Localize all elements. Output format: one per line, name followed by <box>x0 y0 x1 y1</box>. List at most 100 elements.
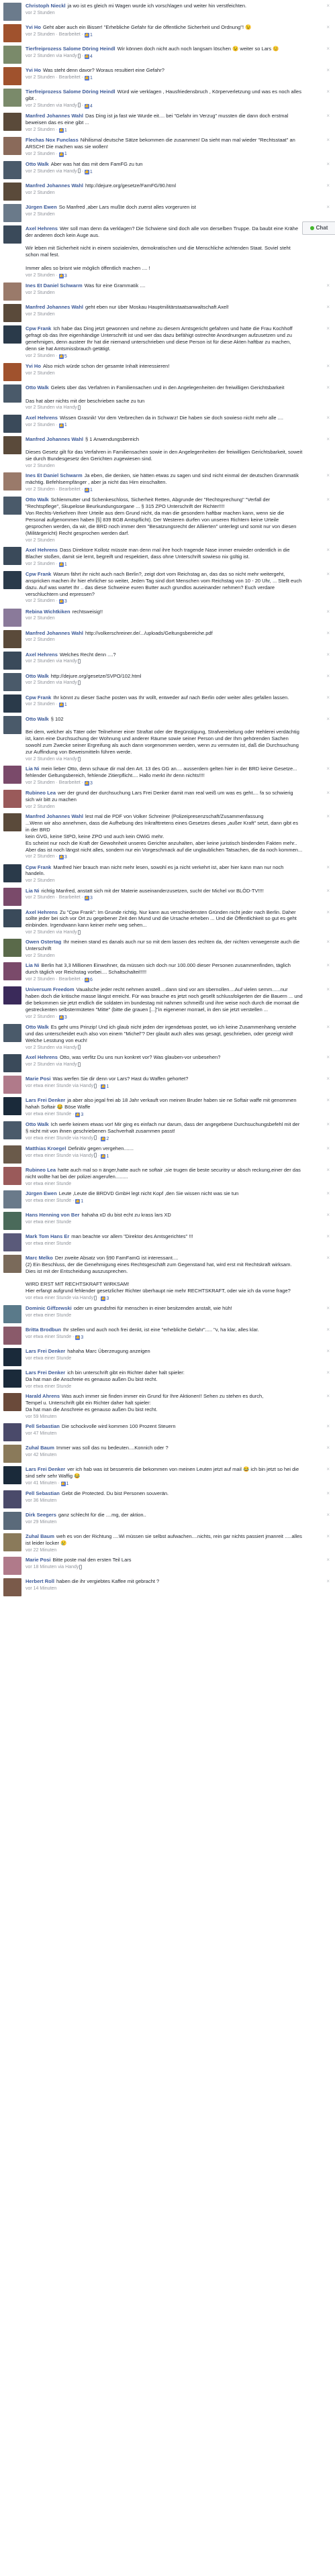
remove-comment-icon[interactable]: × <box>326 1393 330 1400</box>
like-count[interactable]: 👍 3 <box>58 599 67 605</box>
comment-timestamp[interactable]: vor 2 Stunden · Bearbeitet <box>26 75 81 80</box>
remove-comment-icon[interactable]: × <box>326 1533 330 1541</box>
remove-comment-icon[interactable]: × <box>326 909 330 917</box>
comment-timestamp[interactable]: vor 2 Stunden via Handy <box>26 103 77 108</box>
comment-timestamp[interactable]: vor 2 Stunden <box>26 212 55 217</box>
like-count[interactable]: 👍 1 <box>58 422 67 428</box>
remove-comment-icon[interactable]: × <box>326 113 330 120</box>
remove-comment-icon[interactable]: × <box>326 1557 330 1564</box>
remove-comment-icon[interactable]: × <box>326 1024 330 1031</box>
remove-comment-icon[interactable]: × <box>326 3 330 10</box>
remove-comment-icon[interactable]: × <box>326 204 330 211</box>
like-count[interactable]: 👍 1 <box>84 487 93 493</box>
remove-comment-icon[interactable]: × <box>326 137 330 144</box>
comment-author[interactable]: Marc Melko <box>26 1255 53 1261</box>
avatar[interactable] <box>3 24 21 42</box>
comment-author[interactable]: Marie Posi <box>26 1076 51 1082</box>
comment-author[interactable]: Cpw Frank <box>26 571 51 577</box>
avatar[interactable] <box>3 89 21 107</box>
comment-author[interactable]: Lars Frei Denker <box>26 1466 65 1472</box>
avatar[interactable] <box>3 67 21 85</box>
avatar[interactable] <box>3 225 21 244</box>
remove-comment-icon[interactable]: × <box>326 939 330 946</box>
avatar[interactable] <box>3 160 21 179</box>
avatar[interactable] <box>3 1466 21 1485</box>
avatar[interactable] <box>3 672 21 691</box>
comment-author[interactable]: Rebina Wichtkiken <box>26 609 70 615</box>
comment-author[interactable]: Tierfreiprozess Salome Döring Heindl <box>26 89 115 95</box>
like-count[interactable]: 👍 1 <box>58 127 67 134</box>
remove-comment-icon[interactable]: × <box>326 766 330 773</box>
comment-author[interactable]: Manfred Johannes Wahl <box>26 436 83 442</box>
remove-comment-icon[interactable]: × <box>326 888 330 895</box>
avatar[interactable] <box>3 362 21 381</box>
comment-timestamp[interactable]: vor 2 Stunden via Handy <box>26 169 77 174</box>
avatar[interactable] <box>3 1393 21 1412</box>
avatar[interactable] <box>3 182 21 201</box>
comment-timestamp[interactable]: vor etwa einer Stunde via Handy <box>26 1153 93 1158</box>
remove-comment-icon[interactable]: × <box>326 1348 330 1355</box>
comment-timestamp[interactable]: vor etwa einer Stunde <box>26 1356 71 1361</box>
comment-author[interactable]: Otto Walk <box>26 161 49 167</box>
comment-author[interactable]: Hans Henning von Ber <box>26 1212 79 1218</box>
avatar[interactable] <box>3 497 21 515</box>
like-count[interactable]: 👍 1 <box>84 169 93 175</box>
comment-author[interactable]: Lars Frei Denker <box>26 1097 65 1103</box>
comment-author[interactable]: Marie Posi <box>26 1557 51 1563</box>
comment-timestamp[interactable]: vor 2 Stunden <box>26 562 55 566</box>
avatar[interactable] <box>3 813 21 832</box>
remove-comment-icon[interactable]: × <box>326 716 330 723</box>
like-count[interactable]: 👍 3 <box>101 1296 109 1302</box>
comment-author[interactable]: Lia Ni <box>26 962 39 968</box>
comment-timestamp[interactable]: vor 2 Stunden <box>26 464 55 468</box>
avatar[interactable] <box>3 1254 21 1273</box>
remove-comment-icon[interactable]: × <box>326 24 330 32</box>
comment-timestamp[interactable]: vor etwa einer Stunde <box>26 1335 71 1339</box>
remove-comment-icon[interactable]: × <box>326 325 330 333</box>
comment-timestamp[interactable]: vor 2 Stunden · Bearbeitet <box>26 780 81 785</box>
comment-author[interactable]: Dirk Seegers <box>26 1512 56 1518</box>
comment-author[interactable]: Otto Walk <box>26 384 49 391</box>
comment-author[interactable]: Mark Tom Hans Er <box>26 1233 69 1239</box>
comment-timestamp[interactable]: vor 2 Stunden <box>26 538 55 543</box>
like-count[interactable]: 👍 3 <box>58 273 67 279</box>
remove-comment-icon[interactable]: × <box>326 609 330 616</box>
comment-timestamp[interactable]: vor 2 Stunden <box>26 599 55 603</box>
avatar[interactable] <box>3 766 21 784</box>
like-count[interactable]: 👍 1 <box>101 1153 109 1160</box>
avatar[interactable] <box>3 1053 21 1072</box>
like-count[interactable]: 👍 1 <box>58 702 67 708</box>
comment-timestamp[interactable]: vor etwa einer Stunde <box>26 1112 71 1117</box>
comment-author[interactable]: Flechas Nox Funclass <box>26 137 79 143</box>
comment-author[interactable]: Pell Sebastian <box>26 1423 60 1429</box>
like-count[interactable]: 👍 3 <box>58 854 67 860</box>
comment-timestamp[interactable]: vor 2 Stunden · Bearbeitet <box>26 895 81 900</box>
comment-author[interactable]: Manfred Johannes Wahl <box>26 183 83 189</box>
comment-author[interactable]: Jürgen Ewen <box>26 1190 57 1196</box>
remove-comment-icon[interactable]: × <box>326 46 330 53</box>
like-count[interactable]: 👍 1 <box>58 151 67 157</box>
remove-comment-icon[interactable]: × <box>326 161 330 168</box>
remove-comment-icon[interactable]: × <box>326 1370 330 1377</box>
avatar[interactable] <box>3 1233 21 1251</box>
like-count[interactable]: 👍 1 <box>60 1481 68 1487</box>
comment-timestamp[interactable]: vor 14 Minuten <box>26 1586 56 1591</box>
like-count[interactable]: 👍 1 <box>84 32 93 38</box>
comment-timestamp[interactable]: vor 2 Stunden via Handy <box>26 757 77 762</box>
comment-timestamp[interactable]: vor 2 Stunden <box>26 11 55 15</box>
remove-comment-icon[interactable]: × <box>326 694 330 702</box>
remove-comment-icon[interactable]: × <box>326 547 330 554</box>
comment-timestamp[interactable]: vor etwa einer Stunde <box>26 1198 71 1203</box>
comment-author[interactable]: Manfred Johannes Wahl <box>26 813 83 819</box>
like-count[interactable]: 👍 1 <box>101 1084 109 1090</box>
remove-comment-icon[interactable]: × <box>326 1145 330 1153</box>
like-count[interactable]: 👍 3 <box>75 1335 83 1341</box>
comment-author[interactable]: Axel Hehrens <box>26 909 58 915</box>
avatar[interactable] <box>3 1190 21 1208</box>
remove-comment-icon[interactable]: × <box>326 384 330 392</box>
comment-timestamp[interactable]: vor 2 Stunden <box>26 127 55 132</box>
remove-comment-icon[interactable]: × <box>326 813 330 821</box>
avatar[interactable] <box>3 864 21 882</box>
avatar[interactable] <box>3 651 21 670</box>
comment-timestamp[interactable]: vor 2 Stunden <box>26 878 55 883</box>
